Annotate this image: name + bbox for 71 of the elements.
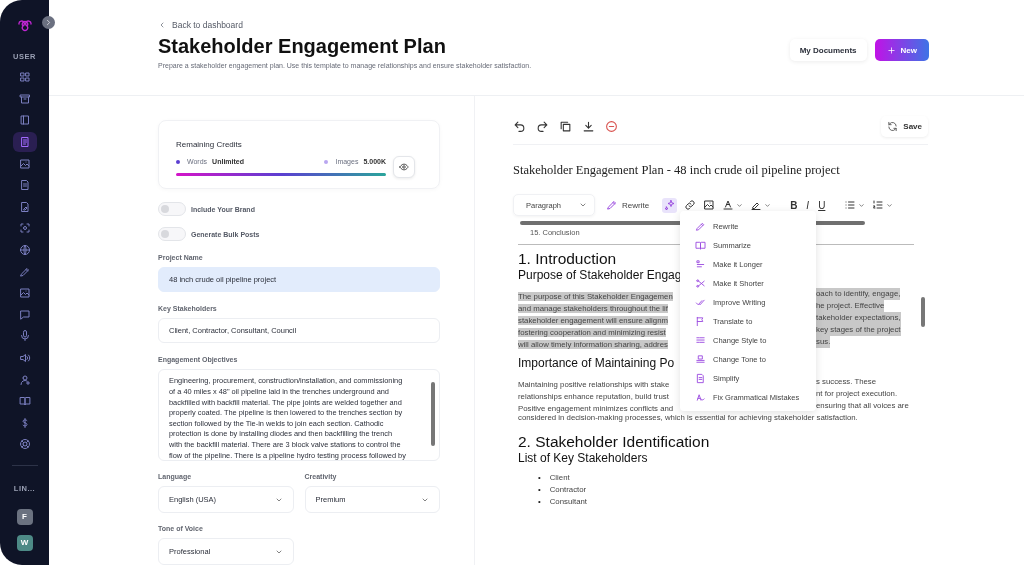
link-icon xyxy=(684,199,697,211)
copy-icon xyxy=(559,120,572,133)
tone-icon xyxy=(695,354,706,365)
scissors-icon xyxy=(695,278,706,289)
caret-icon xyxy=(579,201,587,209)
subsection-heading: Importance of Maintaining Po xyxy=(518,356,675,371)
image-icon xyxy=(703,199,716,211)
open-book-icon xyxy=(695,240,706,251)
pen-icon xyxy=(18,265,31,278)
lines-icon xyxy=(695,259,706,270)
chevron-left-icon xyxy=(158,21,166,29)
plus-icon xyxy=(886,45,896,55)
eye-icon xyxy=(399,162,409,172)
caret-icon xyxy=(886,201,894,209)
pen-icon xyxy=(695,221,706,232)
caret-icon xyxy=(736,201,744,209)
document-icon xyxy=(695,373,706,384)
sparkle-icon xyxy=(663,199,676,211)
flag-icon xyxy=(695,316,706,327)
ai-button[interactable] xyxy=(662,197,678,213)
collapse-button[interactable] xyxy=(42,16,55,29)
format-button[interactable]: I xyxy=(805,199,811,211)
chevron-right-icon xyxy=(44,18,53,27)
open-book-icon xyxy=(18,395,31,408)
archive-icon xyxy=(18,92,31,105)
refresh-icon xyxy=(887,121,899,132)
book-icon xyxy=(18,114,31,127)
caret-icon xyxy=(764,201,772,209)
link-badge[interactable]: W xyxy=(16,534,33,551)
image-icon xyxy=(18,157,31,170)
pen-icon xyxy=(606,199,618,211)
undo-icon xyxy=(513,120,526,133)
microphone-icon xyxy=(18,330,31,343)
style-icon xyxy=(695,335,706,346)
documents-button[interactable]: My Documents xyxy=(789,39,867,61)
section-heading: 2. Stakeholder Identification xyxy=(518,432,710,451)
save-button[interactable]: Save xyxy=(881,116,928,137)
toggle-switch[interactable] xyxy=(158,202,186,216)
rewrite-button[interactable]: Rewrite xyxy=(606,199,656,211)
format-button[interactable]: U xyxy=(817,199,827,211)
card-title: Remaining Credits xyxy=(176,140,242,149)
page-title: Stakeholder Engagement Plan xyxy=(158,35,447,58)
image-icon xyxy=(18,287,31,300)
subsection-heading: List of Key Stakeholders xyxy=(518,451,648,466)
new-button[interactable]: New xyxy=(874,39,929,61)
support-icon xyxy=(18,438,31,451)
edit-document-icon xyxy=(18,200,31,213)
double-check-icon xyxy=(695,297,706,308)
document-title: Stakeholder Engagement Plan - 48 inch crude oil pipeline project xyxy=(513,163,841,178)
document-icon xyxy=(18,179,31,192)
download-icon xyxy=(582,120,595,133)
link-badge[interactable]: F xyxy=(16,508,33,525)
back-link[interactable]: Back to dashboard xyxy=(158,20,532,30)
numbered-list-icon xyxy=(872,199,885,211)
toggle-switch[interactable] xyxy=(158,227,186,241)
globe-icon xyxy=(18,244,31,257)
grid-icon xyxy=(18,71,31,84)
section-heading: 1. Introduction xyxy=(518,249,617,268)
speaker-icon xyxy=(18,352,31,364)
view-button[interactable] xyxy=(393,156,415,178)
text-color-icon xyxy=(722,199,735,211)
sidebar-item[interactable] xyxy=(12,131,37,153)
add-user-icon xyxy=(18,373,31,386)
chat-icon xyxy=(18,308,31,321)
document-icon xyxy=(18,136,31,149)
bullet-list-icon xyxy=(844,199,857,211)
caret-icon xyxy=(858,201,866,209)
grammar-icon xyxy=(695,392,706,403)
redo-icon xyxy=(536,120,549,133)
scan-icon xyxy=(18,222,31,235)
format-button[interactable]: B xyxy=(789,199,799,211)
